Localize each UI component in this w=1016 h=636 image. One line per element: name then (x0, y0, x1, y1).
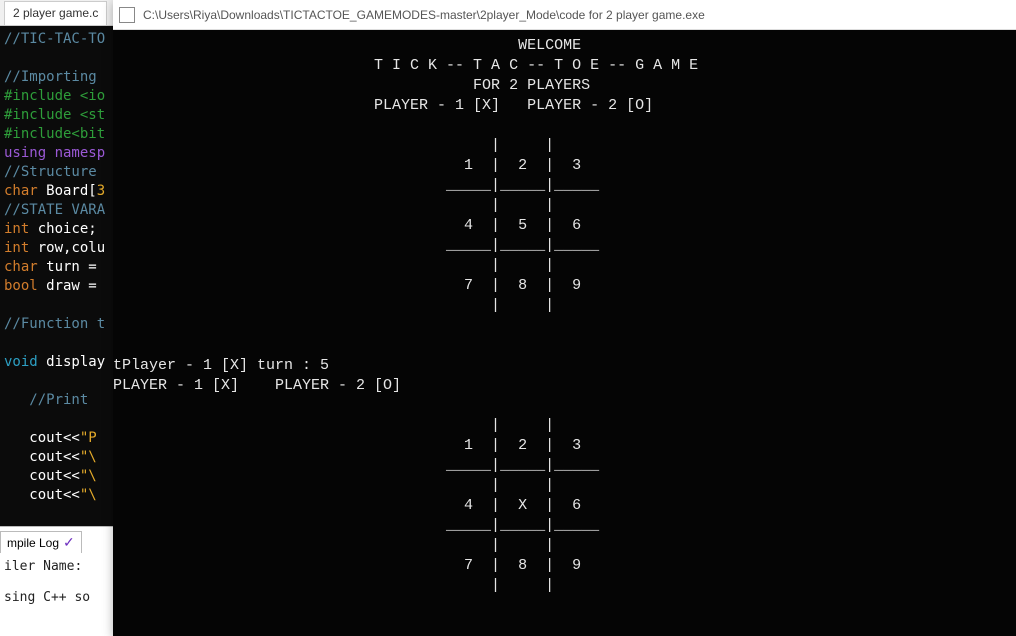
compiler-name-label: iler Name: (4, 559, 109, 574)
compile-log-tab[interactable]: mpile Log ✓ (0, 531, 82, 553)
ide-tab-label: 2 player game.c (13, 6, 98, 20)
compile-log-label: mpile Log (7, 536, 59, 550)
console-app-icon (119, 7, 135, 23)
console-output[interactable]: WELCOME T I C K -- T A C -- T O E -- G A… (113, 30, 1016, 636)
console-title-bar[interactable]: C:\Users\Riya\Downloads\TICTACTOE_GAMEMO… (113, 0, 1016, 30)
console-title-text: C:\Users\Riya\Downloads\TICTACTOE_GAMEMO… (143, 8, 705, 22)
console-window: C:\Users\Riya\Downloads\TICTACTOE_GAMEMO… (113, 0, 1016, 636)
compiler-processing-label: sing C++ so (4, 590, 109, 605)
ide-bottom-panel: mpile Log ✓ iler Name: sing C++ so (0, 526, 113, 636)
compile-log-body: iler Name: sing C++ so (0, 553, 113, 611)
ide-tab-active[interactable]: 2 player game.c (4, 1, 107, 25)
checkmark-icon: ✓ (63, 534, 75, 551)
